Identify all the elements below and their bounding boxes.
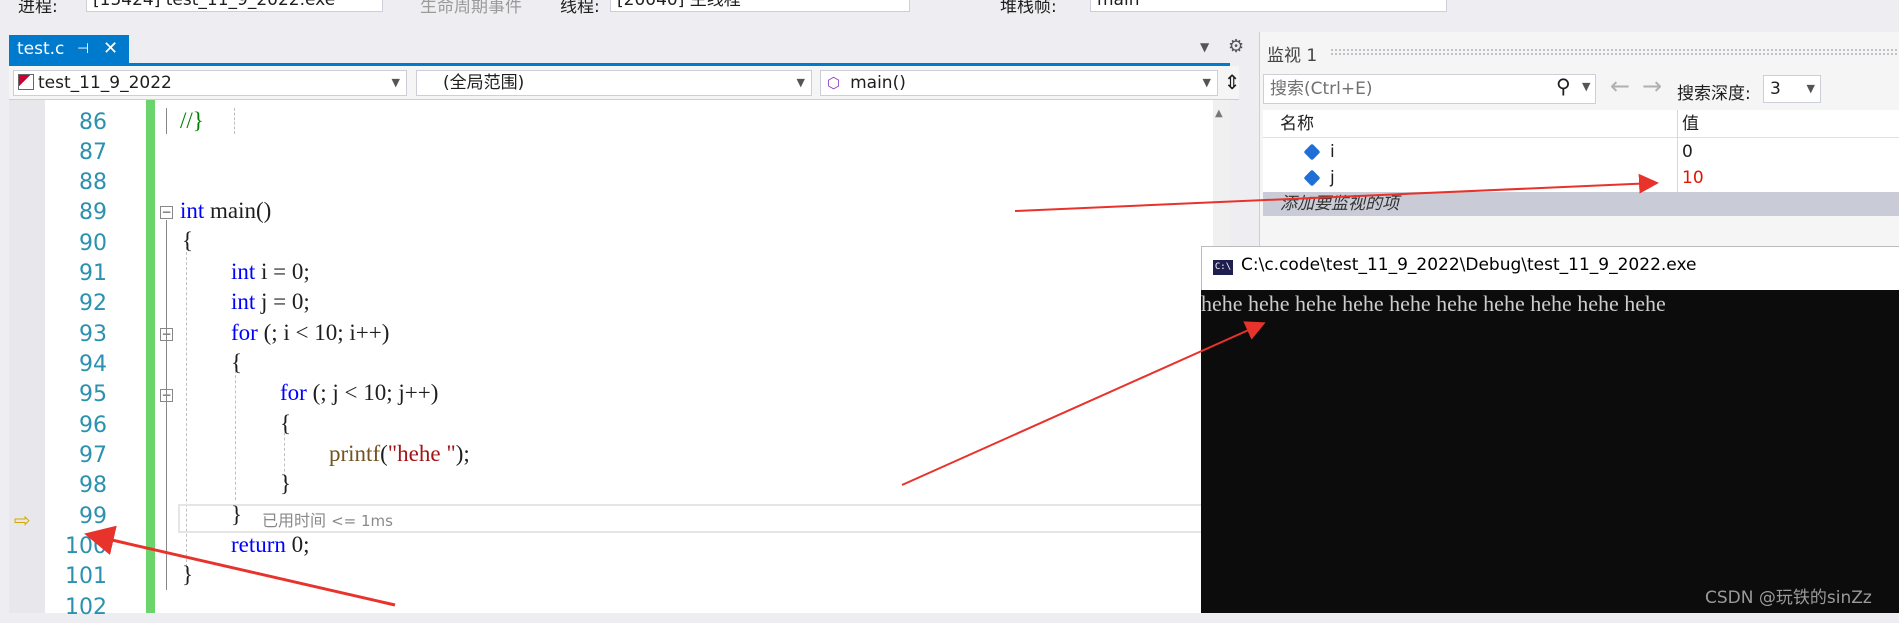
annotation-arrow: [1014, 173, 1659, 212]
annotation-arrow: [901, 321, 1266, 486]
annotation-arrows: [84, 173, 1659, 607]
annotation-arrow: [84, 525, 396, 607]
